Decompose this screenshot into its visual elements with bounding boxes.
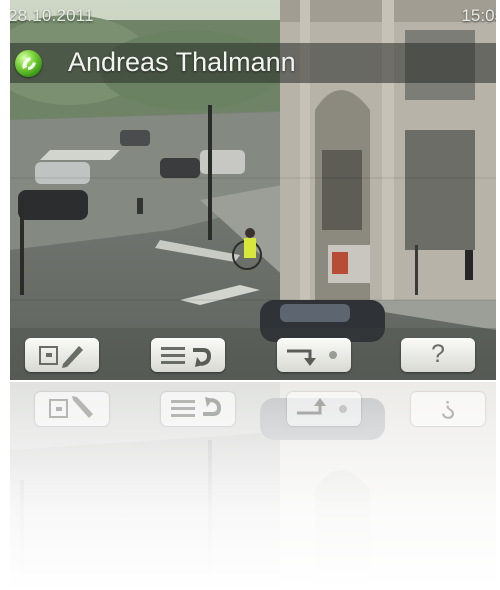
reflection-button [35, 392, 109, 426]
list-forward-icon [171, 397, 222, 417]
transfer-call-icon [287, 349, 337, 366]
reflection-button [161, 392, 235, 426]
notes-edit-button[interactable] [25, 338, 99, 372]
date-label: 28.10.2011 [10, 6, 94, 25]
help-icon: ? [441, 395, 455, 423]
notes-edit-icon [39, 346, 83, 368]
reflection-button [287, 392, 361, 426]
screen-reflection: ? [10, 382, 496, 590]
time-label: 15:05 [461, 6, 496, 25]
phone-handset-icon [15, 50, 42, 77]
list-forward-button[interactable] [151, 338, 225, 372]
contact-bar: Andreas Thalmann [10, 43, 496, 83]
contact-name: Andreas Thalmann [68, 47, 296, 77]
notes-edit-icon [49, 396, 93, 418]
help-button[interactable]: ? [401, 338, 475, 372]
help-icon: ? [431, 340, 445, 368]
camera-view: 28.10.2011 15:05 Andreas Thalmann [10, 0, 496, 380]
transfer-call-button[interactable] [277, 338, 351, 372]
reflection-button: ? [411, 392, 485, 426]
transfer-call-icon [297, 398, 347, 415]
list-forward-icon [161, 347, 212, 367]
